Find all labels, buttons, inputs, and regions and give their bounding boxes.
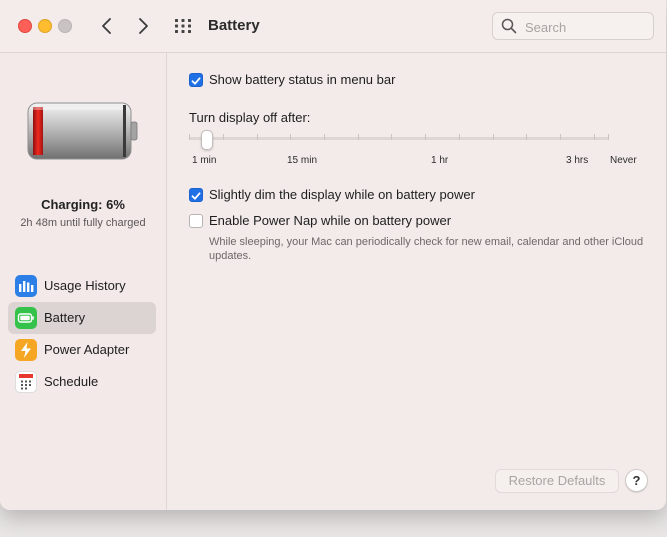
slider-label-1-min: 1 min xyxy=(192,155,217,166)
sidebar-item-label: Power Adapter xyxy=(44,342,130,357)
sidebar-item-schedule[interactable]: Schedule xyxy=(8,366,156,398)
power-nap-checkbox[interactable] xyxy=(189,214,203,228)
close-window-button[interactable] xyxy=(18,19,32,33)
show-all-button[interactable] xyxy=(173,17,193,35)
charging-detail: 2h 48m until fully charged xyxy=(20,217,146,229)
slider-label-1-hr: 1 hr xyxy=(431,155,449,166)
slider-label-3-hrs: 3 hrs xyxy=(566,155,589,166)
back-button[interactable] xyxy=(96,14,118,38)
slider-tick xyxy=(594,134,595,140)
minimize-window-button[interactable] xyxy=(38,19,52,33)
battery-level-icon xyxy=(27,102,138,160)
calendar-icon xyxy=(15,371,37,393)
slider-tick xyxy=(223,134,224,140)
slider-tick xyxy=(608,134,609,140)
preferences-window: Battery Search Charging: 6% 2h 48m until… xyxy=(0,0,666,510)
dim-display-label: Slightly dim the display while on batter… xyxy=(209,187,475,202)
checkmark-icon xyxy=(191,77,201,85)
slider-track xyxy=(189,137,609,140)
restore-defaults-button[interactable]: Restore Defaults xyxy=(495,469,619,493)
slider-tick xyxy=(391,134,392,140)
search-field[interactable] xyxy=(492,12,654,40)
slider-thumb[interactable] xyxy=(201,130,213,150)
search-input[interactable] xyxy=(523,17,647,37)
help-button[interactable]: ? xyxy=(625,469,648,492)
sidebar: Charging: 6% 2h 48m until fully charged … xyxy=(0,53,167,510)
sidebar-item-battery[interactable]: Battery xyxy=(8,302,156,334)
slider-label-never: Never xyxy=(610,155,637,166)
chevron-right-icon xyxy=(139,18,148,34)
slider-tick xyxy=(493,134,494,140)
slider-tick xyxy=(459,134,460,140)
display-off-slider[interactable] xyxy=(189,127,609,153)
lightning-icon xyxy=(15,339,37,361)
sidebar-item-label: Battery xyxy=(44,310,86,325)
show-battery-status-checkbox[interactable] xyxy=(189,73,203,87)
dim-display-checkbox[interactable] xyxy=(189,188,203,202)
search-icon xyxy=(501,18,517,34)
sidebar-item-power-adapter[interactable]: Power Adapter xyxy=(8,334,156,366)
slider-tick xyxy=(425,134,426,140)
zoom-window-button[interactable] xyxy=(58,19,72,33)
slider-tick xyxy=(324,134,325,140)
slider-tick xyxy=(358,134,359,140)
slider-tick xyxy=(560,134,561,140)
title-bar: Battery xyxy=(0,0,666,53)
chevron-left-icon xyxy=(102,18,111,34)
slider-tick xyxy=(526,134,527,140)
slider-tick xyxy=(257,134,258,140)
window-title: Battery xyxy=(208,17,260,34)
display-off-label: Turn display off after: xyxy=(189,110,311,125)
bar-chart-icon xyxy=(15,275,37,297)
slider-tick xyxy=(189,134,190,140)
show-battery-status-label: Show battery status in menu bar xyxy=(209,72,396,87)
settings-pane: Show battery status in menu bar Turn dis… xyxy=(167,53,666,510)
forward-button[interactable] xyxy=(132,14,154,38)
sidebar-item-usage-history[interactable]: Usage History xyxy=(8,270,156,302)
power-nap-note: While sleeping, your Mac can periodicall… xyxy=(209,236,644,262)
power-nap-label: Enable Power Nap while on battery power xyxy=(209,213,452,228)
sidebar-item-label: Usage History xyxy=(44,278,126,293)
battery-icon xyxy=(15,307,37,329)
checkmark-icon xyxy=(191,192,201,200)
slider-label-15-min: 15 min xyxy=(287,155,318,166)
sidebar-item-label: Schedule xyxy=(44,374,99,389)
grid-icon xyxy=(175,19,191,33)
slider-tick xyxy=(290,134,291,140)
charging-status: Charging: 6% xyxy=(41,197,125,212)
